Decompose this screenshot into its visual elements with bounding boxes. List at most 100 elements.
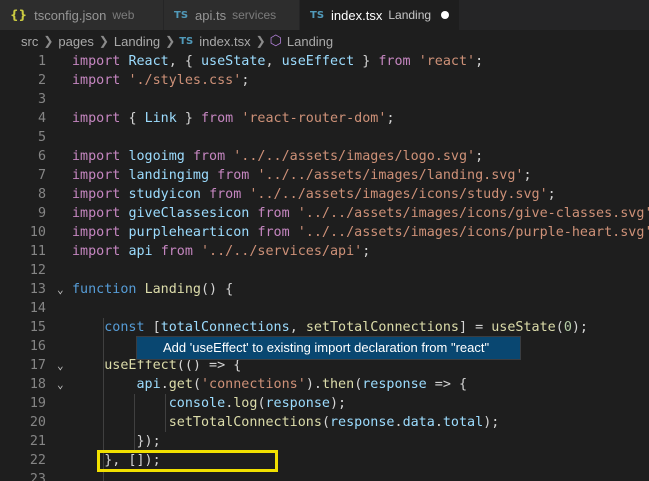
code-token: useState (201, 54, 266, 69)
code-token: ; (475, 149, 484, 164)
code-text: }); (72, 432, 161, 451)
code-token: => { (426, 377, 468, 392)
line-number: 14 (29, 301, 46, 316)
breadcrumb-item-file[interactable]: index.tsx (198, 34, 251, 49)
line-number: 13 (29, 282, 46, 297)
code-token: ; (547, 187, 556, 202)
code-line[interactable]: 3 (0, 90, 649, 109)
code-line[interactable]: 10 import purplehearticon from '../../ass… (0, 223, 649, 242)
code-line[interactable]: 6 import logoimg from '../../assets/image… (0, 147, 649, 166)
code-token: . (160, 377, 169, 392)
code-token: , { (168, 54, 201, 69)
chevron-right-icon: ❯ (165, 34, 176, 48)
code-token: 0 (563, 320, 572, 335)
code-token: ( (555, 320, 564, 335)
code-line[interactable]: 20 setTotalConnections(response.data.tot… (0, 413, 649, 432)
fold-chevron-icon[interactable]: ⌄ (57, 356, 64, 375)
code-token: logoimg (128, 149, 193, 164)
code-text: import purplehearticon from '../../asset… (72, 223, 649, 242)
breadcrumb-item-symbol[interactable]: Landing (286, 34, 334, 49)
code-token: [ (152, 320, 161, 335)
code-line[interactable]: 11 import api from '../../services/api'; (0, 242, 649, 261)
code-token: ); (571, 320, 588, 335)
line-number: 4 (37, 111, 46, 126)
code-text: api.get('connections').then(response => … (72, 375, 468, 394)
code-editor[interactable]: 1 import React, { useState, useEffect } f… (0, 52, 649, 481)
line-number: 19 (29, 396, 46, 411)
code-token: , (289, 320, 306, 335)
code-line[interactable]: 19 console.log(response); (0, 394, 649, 413)
code-text: import landingimg from '../../assets/ima… (72, 166, 532, 185)
code-token: ( (257, 396, 266, 411)
code-token: './styles.css' (128, 73, 242, 88)
symbol-cube-icon: ⬡ (269, 33, 282, 49)
breadcrumb-item-pages[interactable]: pages (57, 34, 94, 49)
typescript-file-icon: TS (179, 35, 194, 47)
breadcrumb-item-src[interactable]: src (20, 34, 39, 49)
code-token: }); (72, 434, 161, 449)
code-token: from (257, 225, 298, 240)
code-line[interactable]: 14 (0, 299, 649, 318)
code-token: ] = (459, 320, 492, 335)
code-line[interactable]: 1 import React, { useState, useEffect } f… (0, 52, 649, 71)
unsaved-changes-dot-icon[interactable] (441, 11, 449, 19)
code-token: import (72, 73, 129, 88)
line-number: 20 (29, 415, 46, 430)
code-token: function (72, 282, 145, 297)
code-token: import (72, 225, 129, 240)
tab-index-tsx[interactable]: TS index.tsx Landing (300, 0, 460, 30)
code-token: log (233, 396, 258, 411)
tab-bar-empty-area (460, 0, 649, 30)
code-line[interactable]: 15 const [totalConnections, setTotalConn… (0, 318, 649, 337)
code-text: import './styles.css'; (72, 71, 249, 90)
code-text: import React, { useState, useEffect } fr… (72, 52, 483, 71)
line-number: 1 (37, 54, 46, 69)
line-number: 16 (29, 339, 46, 354)
code-token: '../../assets/images/logo.svg' (233, 149, 476, 164)
code-token: ; (241, 73, 250, 88)
code-line[interactable]: 5 (0, 128, 649, 147)
code-token: api (128, 244, 161, 259)
breadcrumb: src ❯ pages ❯ Landing ❯ TS index.tsx ❯ ⬡… (0, 30, 649, 52)
fold-chevron-icon[interactable]: ⌄ (57, 280, 64, 299)
code-token: ); (330, 396, 347, 411)
code-line[interactable]: 18 ⌄ api.get('connections').then(response… (0, 375, 649, 394)
code-line[interactable]: 8 import studyicon from '../../assets/ima… (0, 185, 649, 204)
code-token: 'connections' (201, 377, 306, 392)
highlight-annotation-box (97, 450, 278, 472)
code-token: } (354, 54, 379, 69)
code-line[interactable]: 21 }); (0, 432, 649, 451)
code-text: import giveClassesicon from '../../asset… (72, 204, 649, 223)
code-line[interactable]: 12 (0, 261, 649, 280)
code-text: const [totalConnections, setTotalConnect… (72, 318, 588, 337)
code-token: setTotalConnections (305, 320, 459, 335)
code-line[interactable]: 4 import { Link } from 'react-router-dom'… (0, 109, 649, 128)
fold-chevron-icon[interactable]: ⌄ (57, 375, 64, 394)
tab-label: api.ts (195, 7, 227, 23)
code-line[interactable]: 13 ⌄ function Landing() { (0, 280, 649, 299)
chevron-right-icon: ❯ (43, 34, 54, 48)
code-token: landingimg (128, 168, 218, 183)
quick-fix-suggestion[interactable]: Add 'useEffect' to existing import decla… (136, 336, 521, 360)
code-token: import (72, 244, 129, 259)
code-text: import studyicon from '../../assets/imag… (72, 185, 556, 204)
code-token: '../../assets/images/landing.svg' (257, 168, 524, 183)
code-line[interactable]: 9 import giveClassesicon from '../../asse… (0, 204, 649, 223)
line-number: 8 (37, 187, 46, 202)
code-token: import (72, 54, 129, 69)
tab-description: web (112, 8, 135, 22)
tab-tsconfig-json[interactable]: {} tsconfig.json web (0, 0, 164, 30)
tab-api-ts[interactable]: TS api.ts services (164, 0, 300, 30)
code-token: from (217, 168, 258, 183)
code-token: ; (475, 54, 484, 69)
code-token: useState (491, 320, 556, 335)
line-number: 6 (37, 149, 46, 164)
code-token: import (72, 206, 129, 221)
code-token: ( (321, 415, 330, 430)
code-line[interactable]: 2 import './styles.css'; (0, 71, 649, 90)
code-token: (() => { (176, 358, 242, 373)
code-line[interactable]: 7 import landingimg from '../../assets/im… (0, 166, 649, 185)
code-text: function Landing() { (72, 280, 233, 299)
breadcrumb-item-landing[interactable]: Landing (113, 34, 161, 49)
